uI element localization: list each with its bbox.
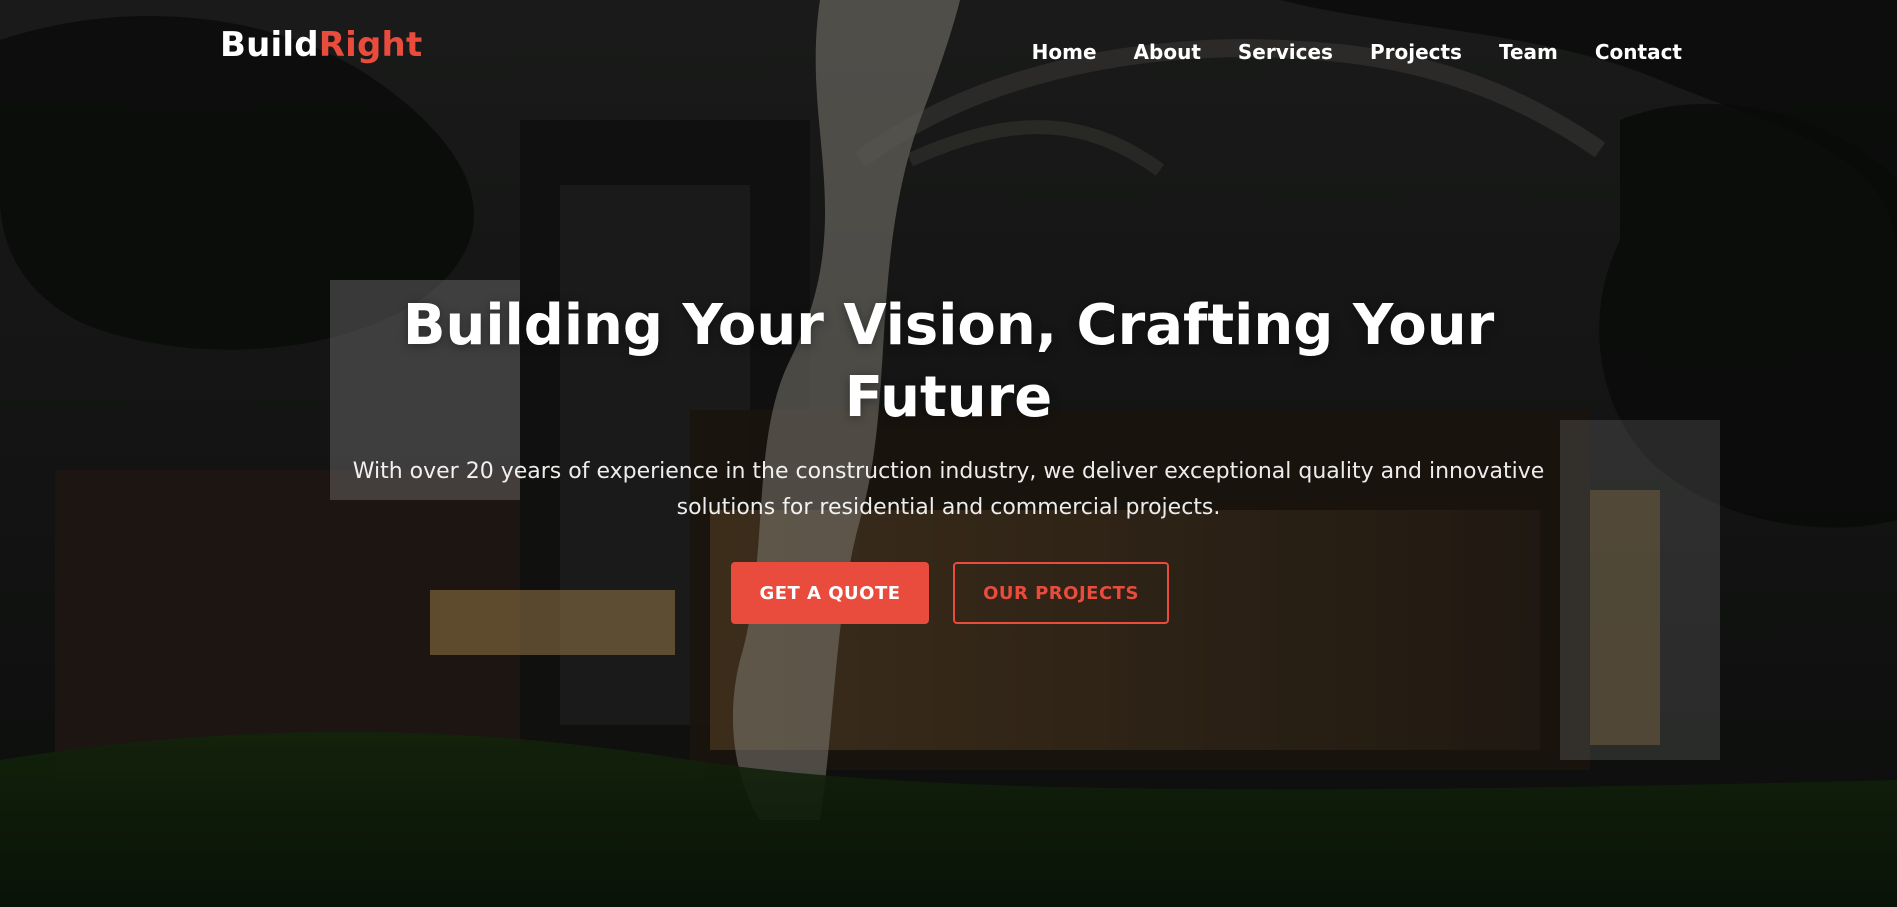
nav-link-services[interactable]: Services [1238,40,1333,64]
brand-name-accent: Right [318,25,423,65]
hero-content: Building Your Vision, Crafting Your Futu… [0,0,1897,907]
brand-name-primary: Build [220,25,319,65]
nav-link-team[interactable]: Team [1499,40,1558,64]
primary-navigation: Home About Services Projects Team Contac… [1032,40,1682,64]
top-navbar: BuildRight Home About Services Projects … [0,0,1897,104]
nav-link-contact[interactable]: Contact [1595,40,1682,64]
hero-headline: Building Your Vision, Crafting Your Futu… [402,293,1495,430]
our-projects-button[interactable]: OUR PROJECTS [953,562,1169,624]
hero-subtext: With over 20 years of experience in the … [352,459,1545,520]
get-a-quote-button[interactable]: GET A QUOTE [731,562,929,624]
nav-link-about[interactable]: About [1134,40,1201,64]
hero-actions: GET A QUOTE OUR PROJECTS [731,562,1169,624]
brand-logo[interactable]: BuildRight [220,28,422,62]
nav-link-home[interactable]: Home [1032,40,1097,64]
nav-link-projects[interactable]: Projects [1370,40,1462,64]
hero-section: BuildRight Home About Services Projects … [0,0,1897,907]
